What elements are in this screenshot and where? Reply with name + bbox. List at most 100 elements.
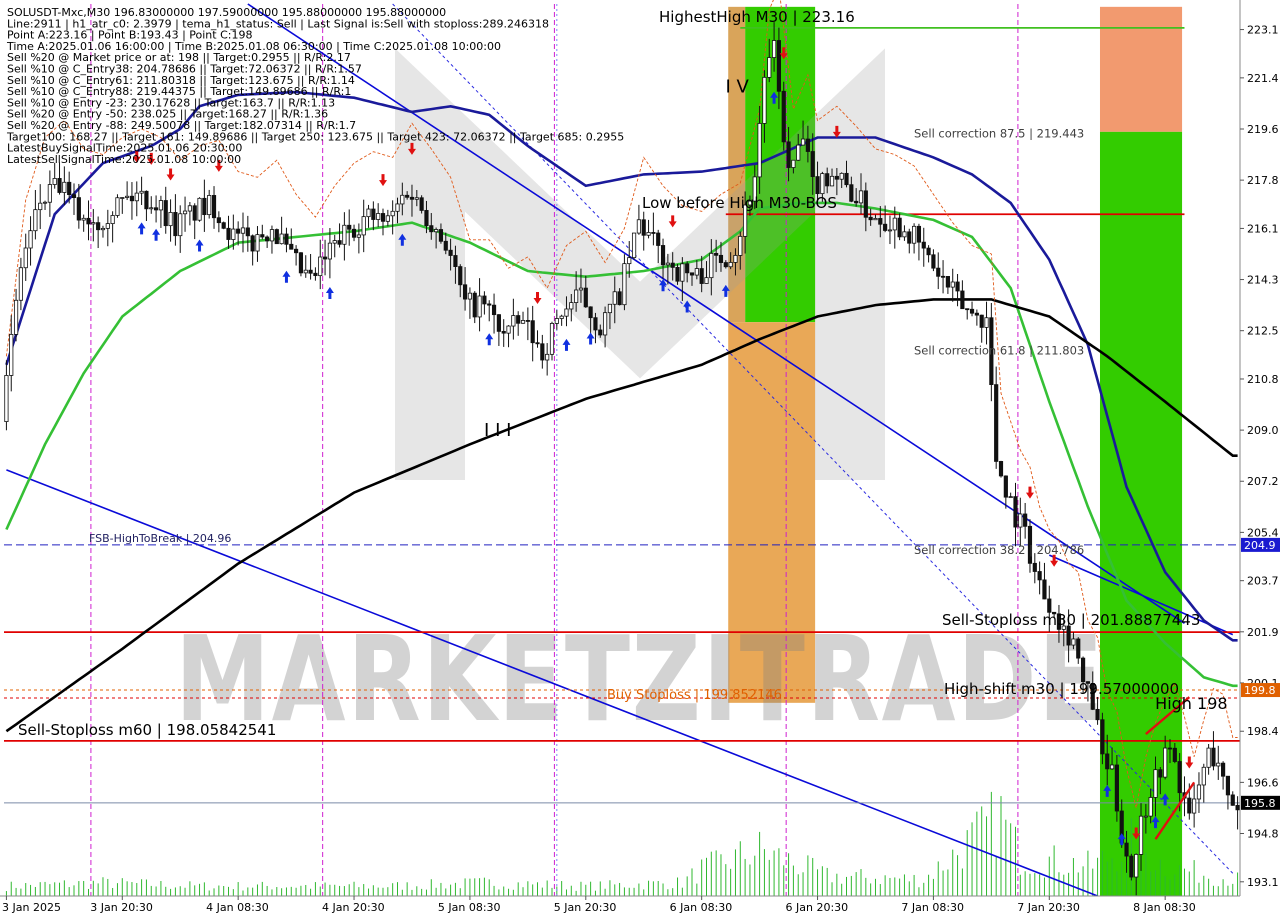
candle-body [969, 308, 975, 314]
level-line-label: High-shift m30 | 199.57000000 [944, 680, 1179, 698]
candle-body [303, 269, 308, 274]
candle-body [477, 295, 482, 318]
candle-body [173, 212, 178, 237]
candle-body [182, 210, 188, 215]
candle-body [709, 252, 714, 279]
candle-body [907, 231, 912, 244]
candle-body [1003, 475, 1008, 498]
candle-body [52, 178, 57, 185]
candle-body [627, 257, 632, 265]
candle-body [1143, 815, 1148, 818]
candle-body [921, 241, 926, 249]
candle-body [912, 225, 917, 244]
candle-body [269, 229, 275, 242]
candle-body [313, 272, 318, 277]
time-tick-label: 6 Jan 20:30 [786, 901, 849, 914]
candle-body [1032, 562, 1037, 572]
level-line-label: Sell-Stoploss m30 | 201.88877443 [942, 611, 1200, 629]
candle-body [1124, 842, 1129, 857]
candle-body [680, 263, 685, 282]
candle-body [844, 172, 849, 186]
candle-body [322, 256, 328, 260]
zone-box [1099, 6, 1183, 132]
price-tick-label: 212.5 [1247, 325, 1279, 338]
candle-body [588, 306, 593, 319]
candle-body [376, 213, 381, 220]
candle-body [28, 230, 33, 249]
candle-body [1100, 719, 1105, 755]
candle-body [564, 308, 569, 317]
candle-body [71, 194, 77, 199]
candle-body [984, 317, 989, 328]
candle-body [916, 225, 922, 243]
candle-body [641, 219, 646, 236]
candle-body [231, 228, 236, 240]
price-tick-label: 209.0 [1247, 424, 1279, 437]
candle-body [1134, 854, 1139, 878]
candle-body [23, 247, 28, 269]
candle-body [163, 200, 168, 227]
candle-body [617, 291, 622, 306]
candle [998, 460, 1004, 478]
candle-body [1153, 769, 1158, 798]
candle-body [815, 176, 820, 195]
candle-body [482, 295, 487, 305]
candle-body [800, 138, 806, 146]
candle-body [1023, 513, 1028, 527]
candle-body [1221, 762, 1226, 777]
candle-body [665, 262, 670, 266]
header-line: LatestSellSignalTime:2025.01.08 10:00:00 [7, 153, 241, 166]
candle-body [120, 197, 125, 199]
price-tick-label: 203.7 [1247, 575, 1279, 588]
candle-body [260, 234, 265, 238]
candle-body [530, 320, 535, 344]
candle-body [525, 320, 530, 322]
time-tick-label: 4 Jan 20:30 [322, 901, 385, 914]
candle-body [849, 184, 854, 202]
candle-body [960, 290, 965, 310]
candle-body [839, 172, 844, 180]
candle-body [236, 228, 241, 234]
candle-body [651, 232, 656, 234]
candle-body [216, 217, 221, 224]
trading-chart[interactable]: MARKETZITRADE Sell-Stoploss m30 | 201.88… [0, 0, 1280, 920]
candle-body [834, 175, 839, 180]
candle-body [805, 138, 810, 152]
price-tag-label: 199.8 [1244, 684, 1276, 697]
candle-body [390, 210, 395, 217]
candle-body [545, 353, 550, 361]
candle [781, 81, 786, 151]
candle-body [125, 195, 130, 198]
candle-body [149, 207, 154, 210]
candle-body [598, 329, 603, 336]
candle-body [438, 229, 444, 242]
candle-body [1225, 775, 1231, 796]
candle-body [178, 213, 183, 237]
candle-body [13, 299, 19, 335]
candle-body [168, 212, 173, 227]
candle-body [636, 219, 641, 234]
candle-body [656, 232, 661, 246]
candle-body [265, 236, 270, 242]
fib-level-label: Sell correction 61.8 | 211.803 [914, 343, 1084, 357]
chart-canvas[interactable]: MARKETZITRADE Sell-Stoploss m30 | 201.88… [0, 0, 1280, 920]
candle-body [892, 217, 897, 231]
candle-body [660, 245, 666, 266]
candle-body [139, 190, 144, 194]
candle-body [520, 320, 526, 324]
price-tick-label: 216.1 [1247, 222, 1279, 235]
candle-body [443, 240, 448, 251]
candle-body [979, 314, 984, 328]
price-tick-label: 196.6 [1247, 776, 1279, 789]
price-tick-label: 217.8 [1247, 174, 1279, 187]
candle-body [491, 304, 497, 316]
candle-body [670, 262, 675, 268]
candle-body [279, 233, 284, 245]
candle [549, 321, 555, 361]
candle-body [207, 195, 212, 216]
price-tick-label: 221.4 [1247, 72, 1279, 85]
candle-body [1230, 794, 1235, 806]
candle-body [462, 284, 468, 300]
candle-body [1211, 747, 1216, 767]
candle-body [873, 218, 878, 221]
